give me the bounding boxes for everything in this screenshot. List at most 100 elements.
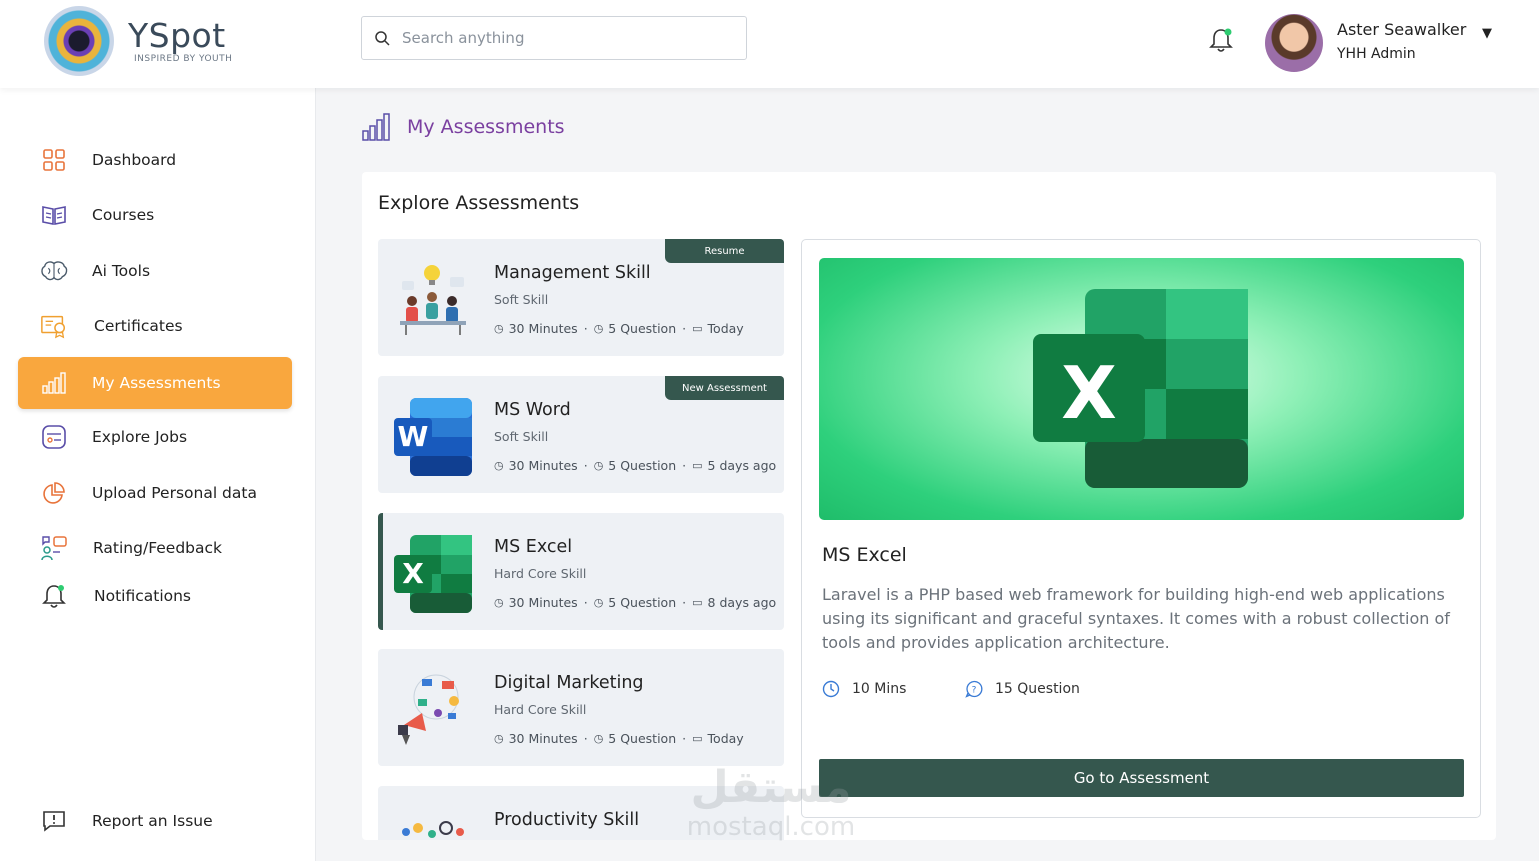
- card-meta: ◷ 30 Minutes · ◷ 5 Question · ▭ Today: [494, 321, 744, 336]
- clock-icon: ◷: [494, 596, 504, 609]
- pie-chart-icon: [40, 479, 68, 507]
- calendar-icon: ▭: [692, 459, 703, 472]
- card-questions: 5 Question: [608, 595, 677, 610]
- jobs-icon: [40, 423, 68, 451]
- assessment-card-digital-marketing[interactable]: Digital Marketing Hard Core Skill ◷ 30 M…: [378, 649, 784, 766]
- sidebar-item-label: Dashboard: [92, 151, 177, 169]
- page-title: My Assessments: [407, 116, 565, 138]
- clock-icon: ◷: [494, 322, 504, 335]
- sidebar-item-label: Certificates: [94, 317, 183, 335]
- assessment-card-management-skill[interactable]: Management Skill Soft Skill ◷ 30 Minutes…: [378, 239, 784, 356]
- ms-excel-logo-icon: X: [394, 535, 472, 613]
- hero-banner: X: [819, 258, 1464, 520]
- meta-separator: ·: [682, 731, 687, 746]
- detail-duration: 10 Mins: [822, 680, 906, 698]
- sidebar-item-rating-feedback[interactable]: Rating/Feedback: [18, 522, 292, 574]
- sidebar-item-label: Ai Tools: [92, 262, 151, 280]
- calendar-icon: ▭: [692, 322, 703, 335]
- card-category: Soft Skill: [494, 292, 549, 307]
- clock-icon: ◷: [494, 732, 504, 745]
- feedback-icon: [40, 534, 68, 562]
- card-duration: 30 Minutes: [508, 321, 578, 336]
- detail-description: Laravel is a PHP based web framework for…: [822, 585, 1450, 652]
- calendar-icon: ▭: [692, 596, 703, 609]
- digital-marketing-illustration-icon: [398, 674, 459, 745]
- card-meta: ◷ 30 Minutes · ◷ 5 Question · ▭ Today: [494, 731, 744, 746]
- status-badge: New Assessment: [665, 376, 784, 400]
- avatar[interactable]: [1265, 14, 1323, 72]
- sidebar-item-label: Rating/Feedback: [93, 539, 223, 557]
- assessment-card-ms-excel[interactable]: X MS Excel Hard Core Skill ◷ 30 Minutes …: [378, 513, 784, 630]
- calendar-icon: ▭: [692, 732, 703, 745]
- bar-chart-icon: [40, 369, 68, 397]
- card-duration: 30 Minutes: [508, 731, 578, 746]
- meta-separator: ·: [682, 321, 687, 336]
- explore-assessments-panel: Explore Assessments Management Skill Sof…: [362, 172, 1496, 840]
- assessment-card-productivity-skill[interactable]: Productivity Skill: [378, 786, 784, 840]
- book-icon: [40, 201, 68, 229]
- detail-questions: ? 15 Question: [965, 680, 1080, 698]
- question-icon: ◷: [593, 596, 604, 609]
- brand-logo[interactable]: YSpot INSPIRED BY YOUTH: [44, 6, 232, 76]
- top-header: YSpot INSPIRED BY YOUTH Aster Seawalker …: [0, 0, 1539, 88]
- card-questions: 5 Question: [608, 458, 677, 473]
- section-heading: Explore Assessments: [378, 192, 580, 214]
- bell-icon: [40, 582, 68, 610]
- user-role: YHH Admin: [1337, 46, 1416, 62]
- card-title: MS Word: [494, 400, 571, 420]
- search-input[interactable]: [402, 29, 722, 47]
- meta-separator: ·: [583, 731, 588, 746]
- card-title: Productivity Skill: [494, 810, 640, 830]
- sidebar-item-upload-personal-data[interactable]: Upload Personal data: [18, 467, 292, 519]
- chevron-down-icon[interactable]: ▼: [1482, 26, 1492, 41]
- user-info: Aster Seawalker YHH Admin: [1337, 19, 1466, 67]
- sidebar-item-ai-tools[interactable]: Ai Tools: [18, 245, 292, 297]
- card-questions: 5 Question: [608, 321, 677, 336]
- productivity-illustration-icon: [402, 821, 464, 838]
- card-category: Soft Skill: [494, 429, 549, 444]
- ms-excel-logo-icon: X: [1033, 289, 1248, 488]
- brain-icon: [40, 257, 68, 285]
- meta-separator: ·: [583, 458, 588, 473]
- card-meta: ◷ 30 Minutes · ◷ 5 Question · ▭ 8 days a…: [494, 595, 776, 610]
- card-title: Management Skill: [494, 263, 651, 283]
- card-title: Digital Marketing: [494, 673, 644, 693]
- sidebar-item-notifications[interactable]: Notifications: [18, 570, 292, 622]
- search-box[interactable]: [361, 16, 747, 60]
- question-icon: ◷: [593, 732, 604, 745]
- sidebar-item-explore-jobs[interactable]: Explore Jobs: [18, 411, 292, 463]
- certificate-icon: [40, 312, 68, 340]
- meta-separator: ·: [583, 321, 588, 336]
- brand-text: YSpot INSPIRED BY YOUTH: [128, 18, 233, 65]
- card-meta: ◷ 30 Minutes · ◷ 5 Question · ▭ 5 days a…: [494, 458, 776, 473]
- card-date: 8 days ago: [707, 595, 777, 610]
- sidebar-item-courses[interactable]: Courses: [18, 189, 292, 241]
- svg-text:?: ?: [972, 686, 977, 696]
- user-menu[interactable]: Aster Seawalker YHH Admin: [1265, 14, 1466, 72]
- sidebar-item-label: Upload Personal data: [92, 484, 257, 502]
- sidebar-item-certificates[interactable]: Certificates: [18, 300, 292, 352]
- meta-separator: ·: [682, 595, 687, 610]
- sidebar-item-label: My Assessments: [92, 374, 221, 392]
- assessment-card-ms-word[interactable]: W MS Word Soft Skill ◷ 30 Minutes · ◷ 5 …: [378, 376, 784, 493]
- sidebar-item-report-issue[interactable]: Report an Issue: [18, 795, 292, 847]
- clock-icon: ◷: [494, 459, 504, 472]
- card-questions: 5 Question: [608, 731, 677, 746]
- page-header: My Assessments: [361, 112, 565, 142]
- hero-excel-letter: X: [1061, 351, 1117, 435]
- detail-questions-value: 15 Question: [995, 681, 1080, 697]
- brand-tagline: INSPIRED BY YOUTH: [134, 54, 233, 64]
- card-date: Today: [707, 321, 744, 336]
- bar-chart-icon: [362, 113, 390, 141]
- sidebar-item-label: Report an Issue: [92, 812, 213, 830]
- detail-duration-value: 10 Mins: [852, 681, 907, 697]
- search-icon: [375, 31, 390, 46]
- sidebar-item-my-assessments[interactable]: My Assessments: [18, 357, 292, 409]
- card-date: 5 days ago: [707, 458, 777, 473]
- notification-bell-icon[interactable]: [1208, 26, 1234, 54]
- card-category: Hard Core Skill: [494, 566, 587, 581]
- sidebar-item-dashboard[interactable]: Dashboard: [18, 134, 292, 186]
- card-date: Today: [707, 731, 744, 746]
- go-to-assessment-button[interactable]: Go to Assessment: [819, 759, 1464, 797]
- meta-separator: ·: [583, 595, 588, 610]
